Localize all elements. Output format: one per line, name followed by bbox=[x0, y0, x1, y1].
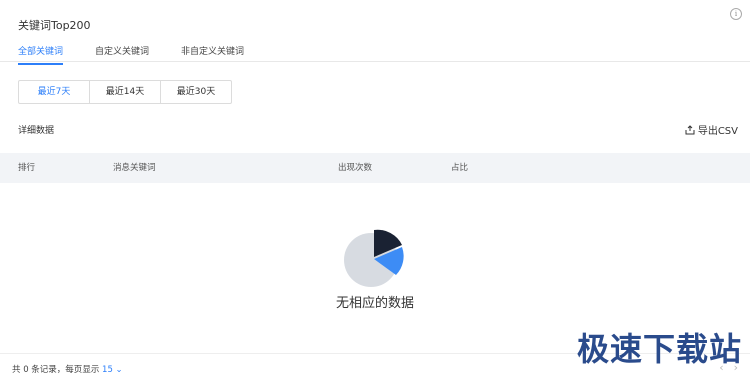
empty-message: 无相应的数据 bbox=[335, 296, 414, 311]
export-csv-label: 导出CSV bbox=[697, 126, 738, 137]
column-rank: 排行 bbox=[18, 163, 36, 173]
page-title: 关键词Top200 bbox=[18, 19, 91, 32]
range-14-days-button[interactable]: 最近14天 bbox=[90, 81, 161, 103]
date-range-selector: 最近7天 最近14天 最近30天 bbox=[18, 80, 232, 104]
pie-chart-icon bbox=[344, 229, 404, 287]
export-icon bbox=[685, 124, 695, 134]
info-icon[interactable]: i bbox=[730, 8, 742, 20]
table-header: 排行 消息关键词 出现次数 占比 bbox=[0, 153, 750, 183]
page-size-select[interactable]: 15 ⌄ bbox=[102, 365, 123, 375]
detail-data-label: 详细数据 bbox=[18, 126, 55, 136]
record-count-text: 共 0 条记录，每页显示 bbox=[12, 365, 100, 375]
export-csv-button[interactable]: 导出CSV bbox=[685, 122, 738, 137]
range-30-days-button[interactable]: 最近30天 bbox=[161, 81, 231, 103]
pagination-summary: 共 0 条记录，每页显示 15 ⌄ bbox=[12, 363, 123, 375]
range-7-days-button[interactable]: 最近7天 bbox=[19, 81, 90, 103]
column-ratio: 占比 bbox=[451, 163, 469, 173]
watermark-logo: 极速下载站 bbox=[576, 330, 742, 368]
empty-state: 无相应的数据 bbox=[0, 228, 750, 311]
page-size-value: 15 bbox=[102, 365, 113, 375]
tabs-divider bbox=[0, 61, 750, 62]
column-count: 出现次数 bbox=[338, 163, 373, 173]
column-keyword: 消息关键词 bbox=[113, 163, 156, 173]
